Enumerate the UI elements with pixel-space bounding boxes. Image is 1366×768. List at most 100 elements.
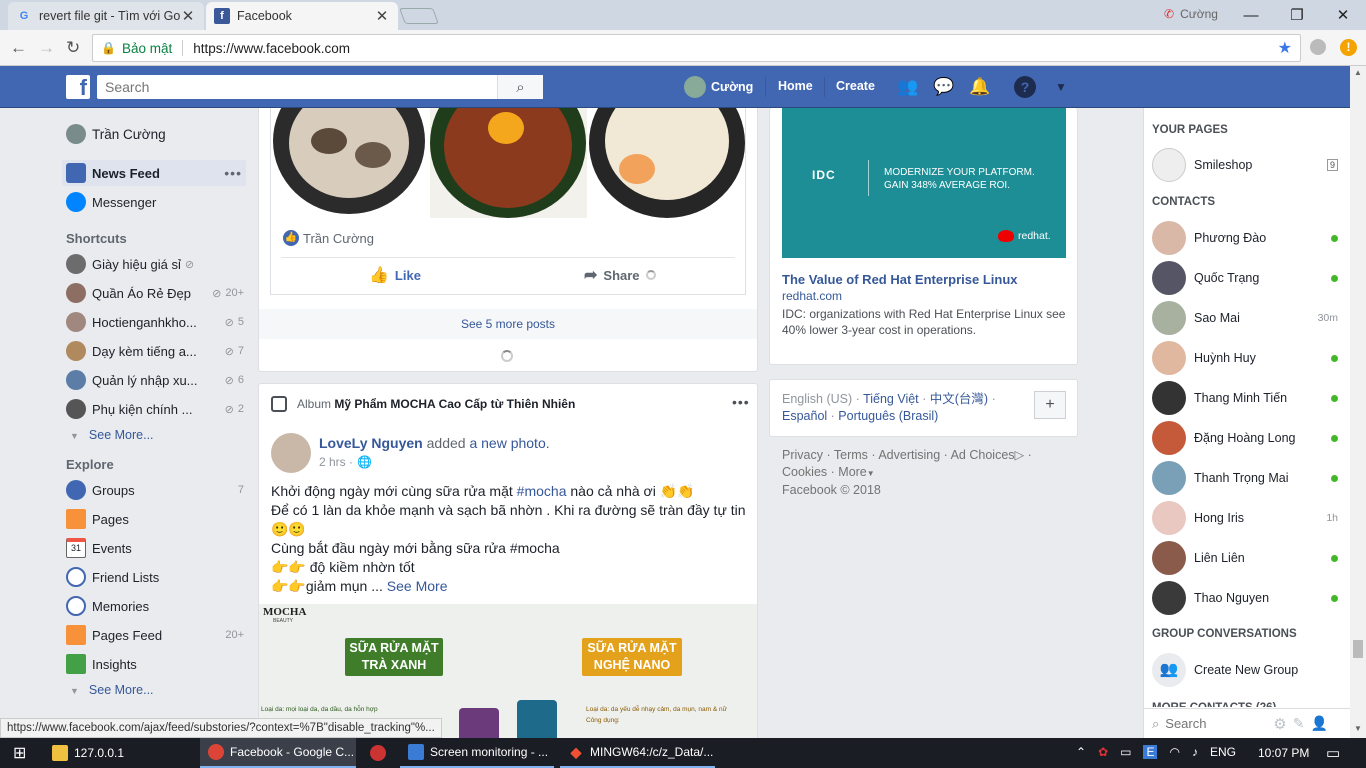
author-link[interactable]: LoveLy Nguyen (319, 435, 423, 451)
maximize-button[interactable]: ❐ (1274, 0, 1320, 30)
scroll-up-icon[interactable]: ▲ (1354, 68, 1362, 77)
see-more-shortcuts[interactable]: ▼ See More... (70, 428, 154, 442)
reactions-summary[interactable]: 👍 Trần Cường (283, 230, 374, 246)
nav-memories[interactable]: Memories (66, 596, 244, 616)
contact-item[interactable]: Liên Liên (1152, 540, 1338, 576)
language-link[interactable]: Português (Brasil) (838, 409, 938, 423)
contact-item[interactable]: Hong Iris 1h (1152, 500, 1338, 536)
page-smileshop[interactable]: Smileshop 9 (1152, 147, 1338, 183)
contact-item[interactable]: Thao Nguyen (1152, 580, 1338, 616)
shortcut-item[interactable]: Hoctienganhkho... ⊘ 5 (66, 312, 244, 332)
like-button[interactable]: 👍 Like (369, 265, 421, 285)
browser-profile[interactable]: ✆ Cường (1164, 7, 1218, 21)
profile-link[interactable]: Cường (684, 76, 753, 98)
facebook-logo[interactable]: f (66, 75, 90, 99)
start-button[interactable]: ⊞ (2, 738, 40, 768)
add-friends-icon[interactable]: 👤 (1310, 715, 1327, 732)
see-more-link[interactable]: See More (387, 578, 448, 594)
language-indicator[interactable]: ENG (1210, 745, 1236, 759)
contact-item[interactable]: Phương Đào (1152, 220, 1338, 256)
taskbar-item[interactable]: 127.0.0.1 (44, 738, 196, 768)
search-icon[interactable]: ⌕ (497, 75, 543, 99)
photo-food-1[interactable] (271, 108, 428, 218)
shortcut-item[interactable]: Quần Áo Rẻ Đẹp ⊘ 20+ (66, 283, 244, 303)
bookmark-star-icon[interactable]: ★ (1278, 38, 1292, 58)
contact-item[interactable]: Sao Mai 30m (1152, 300, 1338, 336)
notifications-icon[interactable]: ▭ (1326, 744, 1340, 762)
clock[interactable]: 10:07 PM (1258, 746, 1309, 760)
friend-requests-icon[interactable]: 👥 (897, 76, 919, 98)
page-scrollbar[interactable]: ▲ ▼ (1350, 66, 1366, 738)
ad-title-link[interactable]: The Value of Red Hat Enterprise Linux (782, 272, 1018, 287)
nav-messenger[interactable]: Messenger (66, 192, 244, 212)
minimize-button[interactable]: — (1228, 0, 1274, 30)
album-link[interactable]: Mỹ Phẩm MOCHA Cao Cấp từ Thiên Nhiên (334, 397, 575, 411)
new-tab-button[interactable] (399, 8, 439, 24)
gear-icon[interactable]: ⚙ (1273, 715, 1286, 733)
url-text[interactable]: https://www.facebook.com (193, 41, 350, 56)
taskbar-item[interactable]: Screen monitoring - ... (400, 738, 554, 768)
nav-groups[interactable]: Groups 7 (66, 480, 244, 500)
post-options-icon[interactable]: ••• (732, 394, 750, 410)
scrollbar-thumb[interactable] (1353, 640, 1363, 658)
ad-domain[interactable]: redhat.com (782, 289, 842, 303)
shortcut-item[interactable]: Phụ kiện chính ... ⊘ 2 (66, 399, 244, 419)
author-avatar[interactable] (271, 433, 311, 473)
shortcut-item[interactable]: Giày hiệu giá sỉ ⊘ (66, 254, 244, 274)
photo-link[interactable]: a new photo. (469, 435, 549, 451)
advertising-link[interactable]: Advertising (878, 448, 940, 462)
hashtag-link[interactable]: #mocha (517, 483, 567, 499)
contact-item[interactable]: Thang Minh Tiến (1152, 380, 1338, 416)
ad-banner[interactable]: IDC MODERNIZE YOUR PLATFORM. GAIN 348% A… (782, 108, 1066, 258)
contact-item[interactable]: Quốc Trạng (1152, 260, 1338, 296)
tray-app-icon[interactable]: E (1143, 745, 1158, 759)
contact-item[interactable]: Thanh Trọng Mai (1152, 460, 1338, 496)
language-link[interactable]: Español (782, 409, 827, 423)
chevron-up-icon[interactable]: ⌃ (1076, 745, 1086, 759)
profile-link[interactable]: Trần Cường (66, 124, 244, 144)
taskbar-item[interactable]: ◆ MINGW64:/c/z_Data/... (560, 738, 715, 768)
share-button[interactable]: ➦ Share (584, 265, 656, 285)
photo-food-2[interactable] (430, 108, 587, 218)
nav-news-feed[interactable]: News Feed ••• (62, 160, 246, 186)
terms-link[interactable]: Terms (834, 448, 868, 462)
alert-icon[interactable]: ! (1340, 39, 1357, 56)
timestamp[interactable]: 2 hrs · (319, 455, 353, 469)
ad-choices-link[interactable]: Ad Choices (951, 448, 1015, 462)
nav-friend-lists[interactable]: Friend Lists (66, 567, 244, 587)
taskbar-item-chrome[interactable]: Facebook - Google C... (200, 738, 356, 768)
taskbar-item[interactable] (362, 738, 398, 768)
shortcut-item[interactable]: Quản lý nhập xu... ⊘ 6 (66, 370, 244, 390)
notifications-icon[interactable]: 🔔 (969, 76, 991, 98)
extension-icon[interactable] (1310, 39, 1326, 55)
help-icon[interactable]: ? (1014, 76, 1036, 98)
tab-google-search[interactable]: G revert file git - Tìm với Go ✕ (8, 2, 204, 30)
close-tab-icon[interactable]: ✕ (180, 7, 196, 25)
wifi-icon[interactable]: ◠ (1169, 745, 1179, 759)
battery-icon[interactable]: ▭ (1120, 745, 1131, 759)
nav-pages[interactable]: Pages (66, 509, 244, 529)
back-icon[interactable]: ← (10, 38, 27, 58)
more-options-icon[interactable]: ••• (224, 165, 242, 181)
photo-food-3[interactable] (589, 108, 745, 218)
create-link[interactable]: Create (836, 79, 875, 93)
see-more-explore[interactable]: ▼ See More... (70, 683, 154, 697)
contact-item[interactable]: Huỳnh Huy (1152, 340, 1338, 376)
volume-icon[interactable]: ♪ (1192, 745, 1198, 759)
compose-icon[interactable]: ✎ (1293, 715, 1305, 732)
privacy-link[interactable]: Privacy (782, 448, 823, 462)
reload-icon[interactable]: ↻ (66, 38, 80, 58)
nav-pages-feed[interactable]: Pages Feed 20+ (66, 625, 244, 645)
more-link[interactable]: More (838, 465, 866, 479)
messenger-icon[interactable]: 💬 (933, 76, 955, 98)
chat-search-input[interactable] (1165, 716, 1266, 731)
home-link[interactable]: Home (778, 79, 813, 93)
search-input[interactable] (97, 76, 497, 98)
close-window-button[interactable]: ✕ (1320, 0, 1366, 30)
omnibox[interactable]: 🔒 Bảo mật https://www.facebook.com ★ (92, 34, 1301, 62)
nav-insights[interactable]: Insights (66, 654, 244, 674)
see-more-posts[interactable]: See 5 more posts (259, 309, 757, 339)
forward-icon[interactable]: → (38, 38, 55, 58)
create-group-button[interactable]: 👥 Create New Group (1152, 652, 1338, 688)
language-link[interactable]: 中文(台灣) (930, 392, 988, 406)
